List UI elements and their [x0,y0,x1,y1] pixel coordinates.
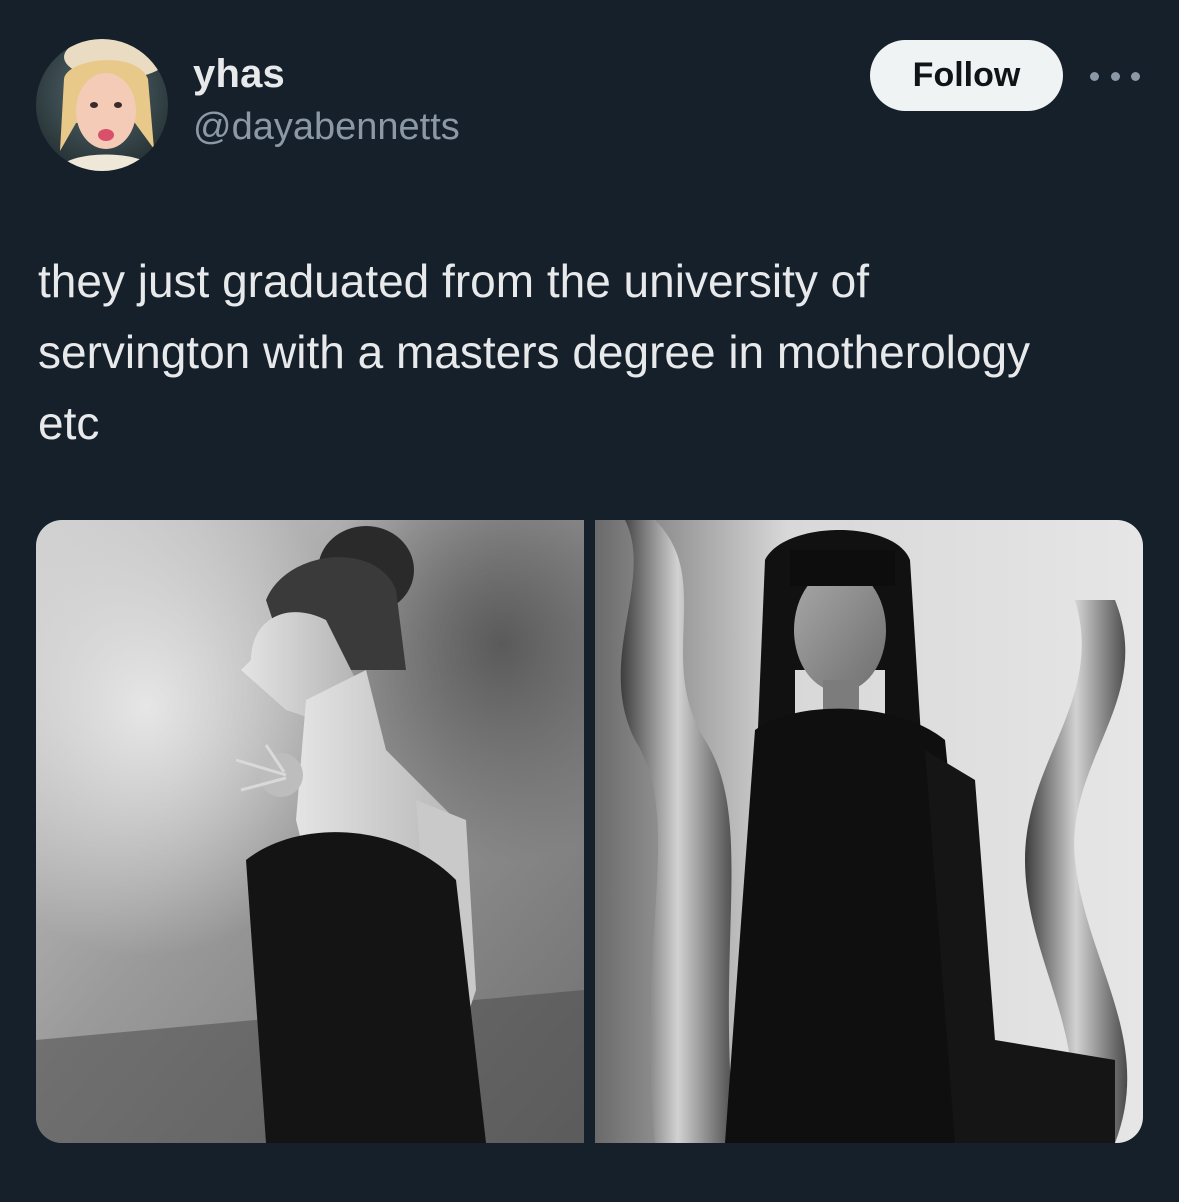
more-dot [1131,71,1140,81]
photo-right-image [595,520,1143,1143]
more-dot [1110,71,1120,81]
avatar[interactable] [36,39,168,171]
more-dot [1090,71,1099,81]
follow-button[interactable]: Follow [870,40,1063,111]
photo-right[interactable] [595,520,1143,1143]
tweet-card: yhas @dayabennetts Follow they just grad… [0,0,1179,1202]
avatar-image [36,39,168,171]
media-grid [36,520,1143,1143]
user-handle[interactable]: @dayabennetts [193,106,460,149]
photo-left-image [36,520,584,1143]
tweet-text: they just graduated from the university … [38,255,1031,449]
more-horizontal-icon[interactable] [1090,64,1140,88]
display-name[interactable]: yhas [193,52,285,97]
photo-left[interactable] [36,520,584,1143]
